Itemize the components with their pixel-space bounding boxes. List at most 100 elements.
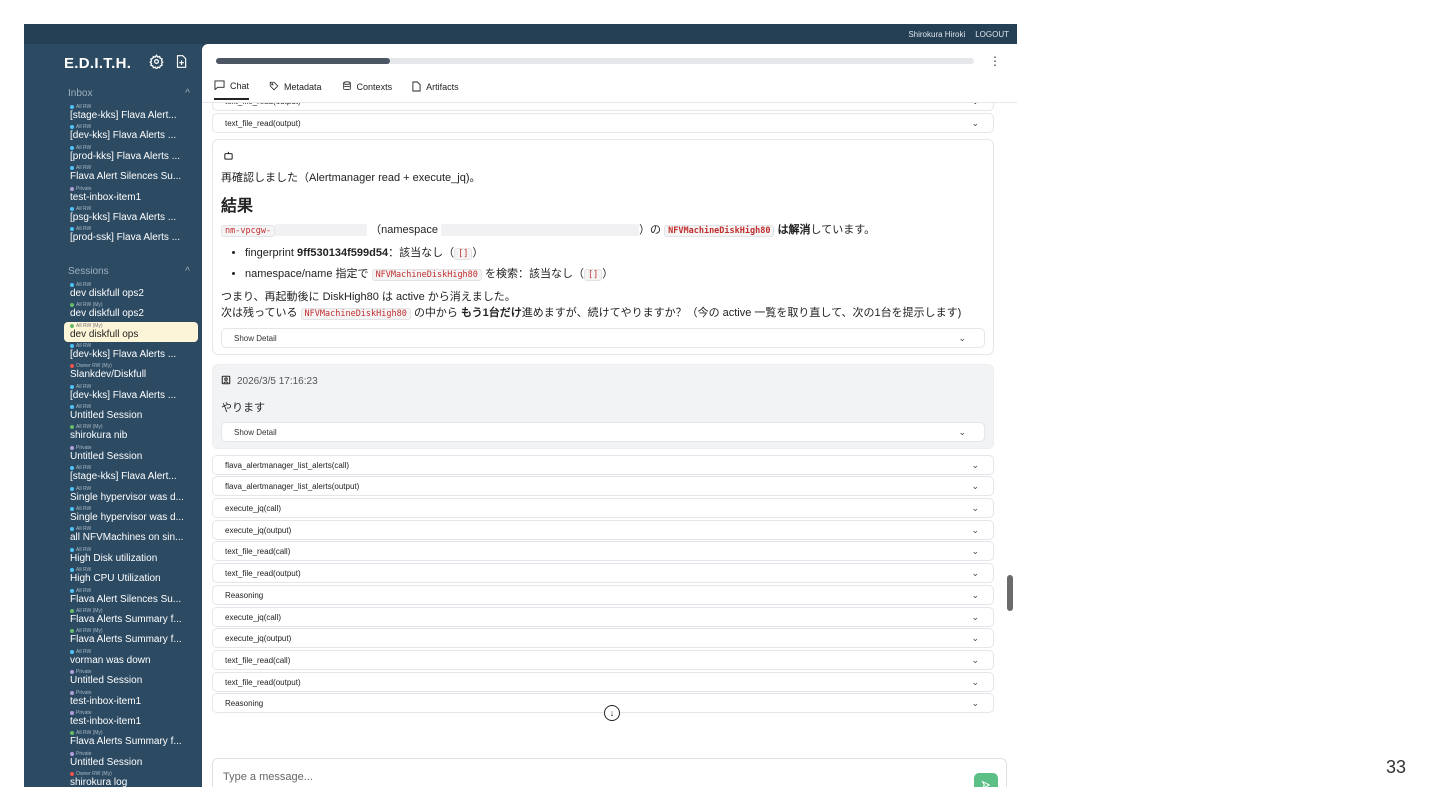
assistant-message: 再確認しました（Alertmanager read + execute_jq)。… <box>212 138 994 355</box>
tool-call-accordion[interactable]: flava_alertmanager_list_alerts(output) ⌄ <box>212 476 994 497</box>
chevron-up-icon[interactable]: ^ <box>185 88 190 99</box>
logout-button[interactable]: LOGOUT <box>975 30 1009 39</box>
tool-call-accordion[interactable]: text_file_read(output)⌄ <box>212 563 994 584</box>
chevron-up-icon[interactable]: ^ <box>185 266 190 277</box>
tool-call-accordion[interactable]: execute_jq(output) ⌄ <box>212 628 994 649</box>
sidebar-item-label: Flava Alert Silences Su... <box>70 171 182 183</box>
status-dot-icon <box>70 125 74 130</box>
result-bullets: fingerprint 9ff530134f599d54：該当なし（[]） na… <box>245 243 985 285</box>
tool-call-accordion[interactable]: Reasoning ⌄ <box>212 693 994 714</box>
chevron-down-icon: ⌄ <box>971 589 979 600</box>
chevron-down-icon: ⌄ <box>971 676 979 687</box>
tool-call-accordion[interactable]: execute_jq(call) ⌄ <box>212 606 994 627</box>
tool-call-accordion[interactable]: flava_alertmanager_list_alerts(call) ⌄ <box>212 454 994 475</box>
tool-call-accordion[interactable]: execute_jq(output) ⌄ <box>212 519 994 540</box>
sidebar-item[interactable]: All RW [stage-kks] Flava Alert... <box>64 103 198 123</box>
tab-contexts[interactable]: Contexts <box>342 80 392 100</box>
sidebar-item[interactable]: All RW Single hypervisor was d... <box>64 485 198 505</box>
sidebar-item[interactable]: All RW dev diskfull ops2 <box>64 281 198 301</box>
sidebar-item[interactable]: All RW Flava Alert Silences Su... <box>64 164 198 184</box>
status-dot-icon <box>70 608 74 613</box>
sidebar-item[interactable]: All RW vorman was down <box>64 648 198 668</box>
tab-metadata[interactable]: Metadata <box>269 80 322 100</box>
sidebar-item[interactable]: All RW (My) Flava Alerts Summary f... <box>64 627 198 647</box>
sidebar-item[interactable]: All RW High Disk utilization <box>64 546 198 566</box>
tool-call-accordion[interactable]: text_file_read(call) ⌄ <box>212 541 994 562</box>
sidebar: E.D.I.T.H. Inbox ^ All RW [stage-kks] Fla… <box>24 44 202 787</box>
sidebar-item[interactable]: Private test-inbox-item1 <box>64 689 198 709</box>
sidebar-item[interactable]: All RW (My) Flava Alerts Summary f... <box>64 607 198 627</box>
assistant-paragraph: つまり、再起動後に DiskHigh80 は active から消えました。 <box>221 290 516 303</box>
send-button[interactable] <box>974 773 998 787</box>
new-session-icon[interactable] <box>174 54 188 73</box>
status-dot-icon <box>70 568 74 573</box>
sidebar-item[interactable]: All RW [dev-kks] Flava Alerts ... <box>64 342 198 362</box>
sidebar-item[interactable]: All RW (My) dev diskfull ops <box>64 321 198 342</box>
tool-call-accordion[interactable]: text_file_read(output)⌄ <box>212 671 994 692</box>
show-detail-button[interactable]: Show Detail ⌄ <box>221 327 985 348</box>
sidebar-item-label: dev diskfull ops2 <box>70 287 144 299</box>
sidebar-item[interactable]: Private test-inbox-item1 <box>64 185 198 205</box>
status-dot-icon <box>70 588 74 593</box>
status-dot-icon <box>70 425 74 430</box>
sidebar-item[interactable]: Private Untitled Session <box>64 444 198 464</box>
sidebar-item-label: High CPU Utilization <box>70 573 161 585</box>
sidebar-item[interactable]: All RW all NFVMachines on sin... <box>64 525 198 545</box>
sidebar-item-label: Untitled Session <box>70 410 143 422</box>
show-detail-button[interactable]: Show Detail ⌄ <box>221 421 985 442</box>
main-panel: ⋮ Chat Metadata Contexts Artifacts text_fil… <box>202 44 1017 787</box>
sidebar-item-label: Flava Alerts Summary f... <box>70 634 182 646</box>
chat-content[interactable]: text_file_read(output)⌄text_file_read(ou… <box>210 103 996 739</box>
sessions-section-title[interactable]: Sessions ^ <box>28 260 198 281</box>
sidebar-item[interactable]: Private Untitled Session <box>64 750 198 770</box>
sidebar-item[interactable]: All RW Untitled Session <box>64 403 198 423</box>
sidebar-item-label: [dev-kks] Flava Alerts ... <box>70 348 177 360</box>
gear-icon[interactable] <box>149 53 164 73</box>
sidebar-item[interactable]: All RW [stage-kks] Flava Alert... <box>64 464 198 484</box>
tool-call-accordion[interactable]: Reasoning ⌄ <box>212 584 994 605</box>
status-dot-icon <box>70 731 74 736</box>
sidebar-item[interactable]: All RW [dev-kks] Flava Alerts ... <box>64 383 198 403</box>
app-window: Shirokura Hiroki LOGOUT E.D.I.T.H. Inbox… <box>24 24 1017 787</box>
message-timestamp: 2026/3/5 17:16:23 <box>221 375 985 388</box>
status-dot-icon <box>70 507 74 512</box>
inbox-section-title[interactable]: Inbox ^ <box>28 82 198 103</box>
sidebar-item[interactable]: All RW (My) shirokura nib <box>64 423 198 443</box>
sidebar-item[interactable]: All RW [psg-kks] Flava Alerts ... <box>64 205 198 225</box>
message-input[interactable]: Type a message... <box>223 771 313 783</box>
sidebar-item[interactable]: Private test-inbox-item1 <box>64 709 198 729</box>
sidebar-item[interactable]: All RW Flava Alert Silences Su... <box>64 587 198 607</box>
sidebar-item[interactable]: All RW (My) Flava Alerts Summary f... <box>64 729 198 749</box>
chevron-down-icon: ⌄ <box>971 654 979 665</box>
tab-artifacts[interactable]: Artifacts <box>412 80 459 100</box>
tool-call-accordion[interactable]: text_file_read(call) ⌄ <box>212 649 994 670</box>
sidebar-item[interactable]: Private Untitled Session <box>64 668 198 688</box>
sidebar-item[interactable]: Owner RW (My) shirokura log <box>64 770 198 787</box>
sidebar-item-label: Slankdev/Diskfull <box>70 369 147 381</box>
kebab-menu-icon[interactable]: ⋮ <box>989 54 1001 68</box>
assistant-paragraph: 次は残っている NFVMachineDiskHigh80 の中から もう1台だけ… <box>221 306 962 320</box>
sidebar-item[interactable]: All RW [prod-ssk] Flava Alerts ... <box>64 225 198 245</box>
scrollbar-thumb[interactable] <box>1007 575 1013 611</box>
status-dot-icon <box>70 649 74 654</box>
sidebar-item[interactable]: Owner RW (My) Slankdev/Diskfull <box>64 362 198 382</box>
result-line: nm-vpcgw- （namespace ）の NFVMachineDiskHi… <box>221 222 985 239</box>
sidebar-item[interactable]: All RW [prod-kks] Flava Alerts ... <box>64 144 198 164</box>
sidebar-item[interactable]: All RW Single hypervisor was d... <box>64 505 198 525</box>
tool-call-accordion[interactable]: text_file_read(output)⌄ <box>212 103 994 111</box>
scroll-to-bottom-icon[interactable]: ↓ <box>604 705 620 721</box>
page-number: 33 <box>1386 757 1407 777</box>
tab-chat[interactable]: Chat <box>214 80 250 100</box>
status-dot-icon <box>70 303 74 308</box>
sidebar-item[interactable]: All RW [dev-kks] Flava Alerts ... <box>64 123 198 143</box>
inbox-list: All RW [stage-kks] Flava Alert... All RW [d… <box>28 103 198 246</box>
robot-icon <box>223 150 985 164</box>
sidebar-item[interactable]: All RW (My) dev diskfull ops2 <box>64 301 198 321</box>
user-text: やります <box>221 401 265 414</box>
tool-call-accordion[interactable]: text_file_read(output)⌄ <box>212 112 994 133</box>
sidebar-item[interactable]: All RW High CPU Utilization <box>64 566 198 586</box>
tool-call-accordion[interactable]: execute_jq(call) ⌄ <box>212 498 994 519</box>
sidebar-header: E.D.I.T.H. <box>28 44 198 82</box>
user-message: 2026/3/5 17:16:23 やります Show Detail ⌄ <box>212 363 994 449</box>
message-composer[interactable]: Type a message... <box>212 758 1007 787</box>
